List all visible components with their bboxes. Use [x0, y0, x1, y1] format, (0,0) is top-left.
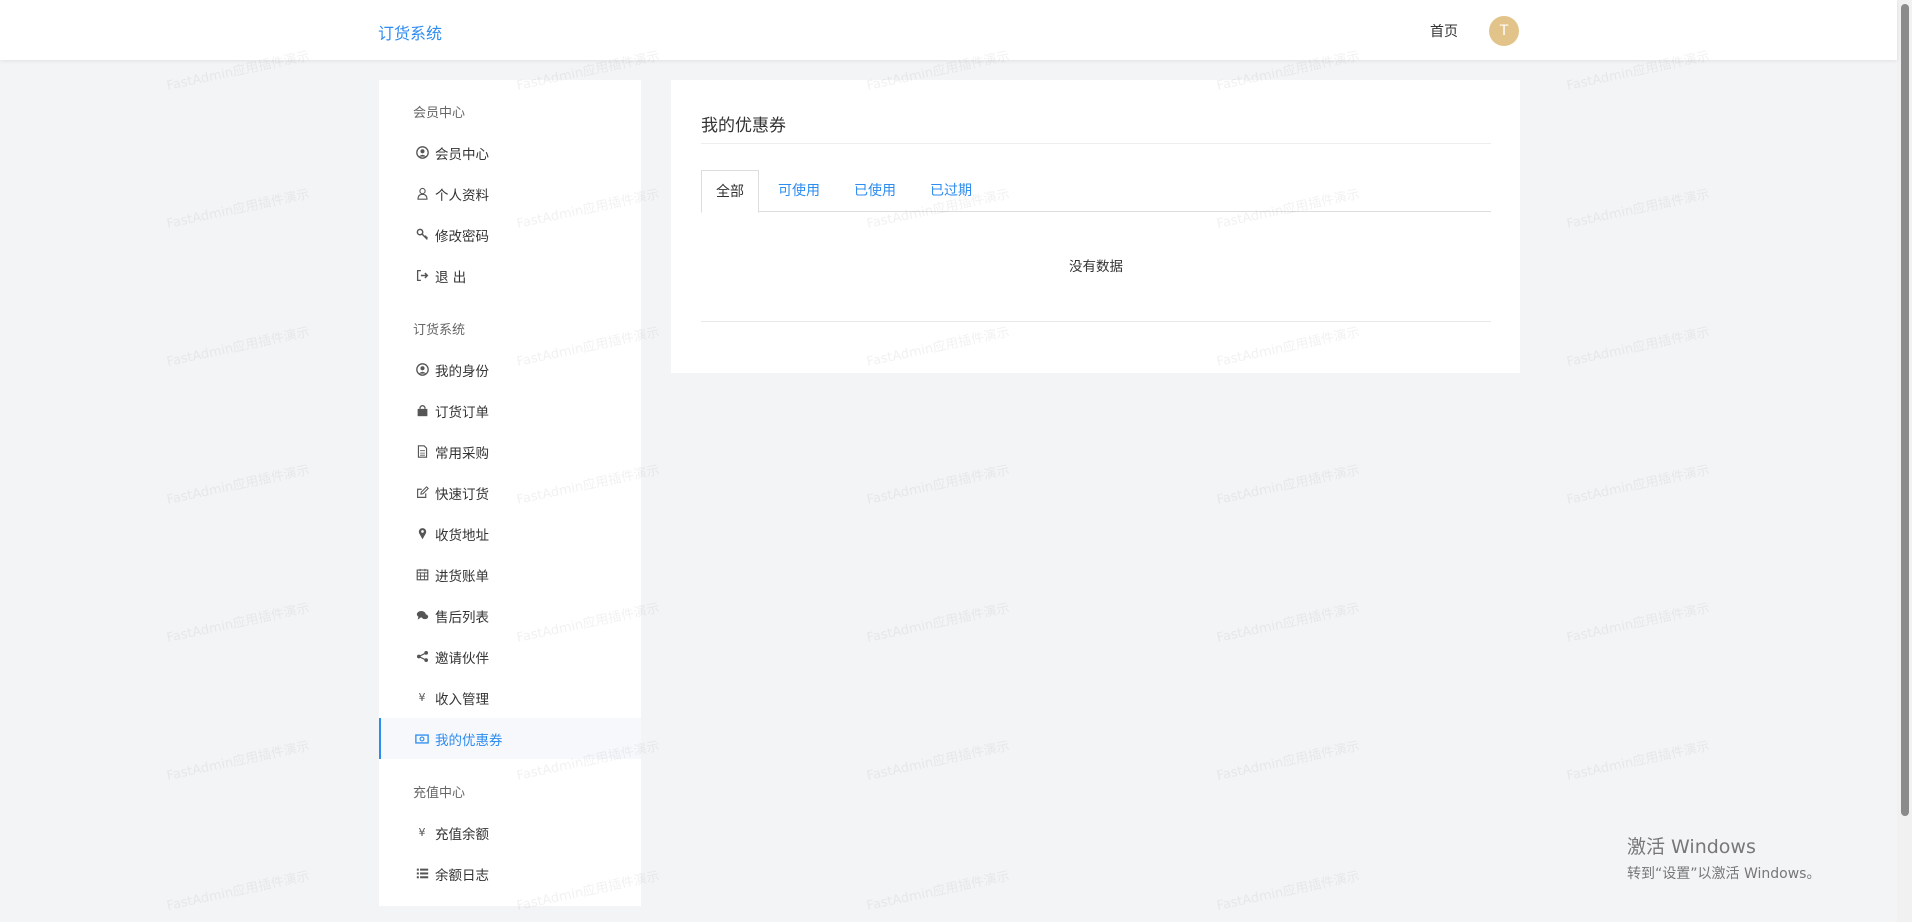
sidebar-item-label: 常用采购	[435, 445, 489, 462]
watermark-text: FastAdmin应用插件演示	[1215, 868, 1361, 914]
page-title: 我的优惠券	[701, 116, 786, 136]
sidebar-item-label: 进货账单	[435, 568, 489, 585]
sidebar-item-my-identity[interactable]: 我的身份	[379, 349, 641, 390]
sidebar-item-label: 会员中心	[435, 146, 489, 163]
watermark-text: FastAdmin应用插件演示	[165, 186, 311, 232]
watermark-text: FastAdmin应用插件演示	[165, 462, 311, 508]
key-icon	[415, 228, 429, 242]
page-scrollbar[interactable]	[1897, 0, 1912, 922]
sidebar-item-member-center[interactable]: 会员中心	[379, 132, 641, 173]
watermark-text: FastAdmin应用插件演示	[865, 868, 1011, 914]
coupon-tabs: 全部 可使用 已使用 已过期	[701, 170, 1491, 213]
watermark-text: FastAdmin应用插件演示	[1565, 600, 1711, 646]
edit-icon	[415, 486, 429, 500]
watermark-text: FastAdmin应用插件演示	[865, 600, 1011, 646]
sidebar-item-after-sales[interactable]: 售后列表	[379, 595, 641, 636]
sidebar-item-profile[interactable]: 个人资料	[379, 173, 641, 214]
sidebar-item-label: 个人资料	[435, 187, 489, 204]
watermark-text: FastAdmin应用插件演示	[165, 324, 311, 370]
user-circle-icon	[415, 363, 429, 377]
money-icon	[415, 732, 429, 746]
windows-activation-notice: 激活 Windows 转到“设置”以激活 Windows。	[1627, 832, 1820, 883]
tab-expired[interactable]: 已过期	[930, 170, 972, 212]
title-divider	[701, 143, 1491, 144]
sidebar-item-income[interactable]: ¥ 收入管理	[379, 677, 641, 718]
list-icon	[415, 867, 429, 881]
comments-icon	[415, 609, 429, 623]
scrollbar-thumb[interactable]	[1901, 4, 1909, 816]
sidebar-item-orders[interactable]: 订货订单	[379, 390, 641, 431]
sidebar-item-address[interactable]: 收货地址	[379, 513, 641, 554]
sidebar-item-common-purchase[interactable]: 常用采购	[379, 431, 641, 472]
watermark-text: FastAdmin应用插件演示	[1565, 186, 1711, 232]
home-link[interactable]: 首页	[1430, 21, 1458, 41]
sidebar-item-label: 修改密码	[435, 228, 489, 245]
sidebar: 会员中心 会员中心 个人资料 修改密码 退 出 订货系统 我的身份 订货订单 常…	[379, 80, 641, 906]
sidebar-item-label: 收货地址	[435, 527, 489, 544]
avatar[interactable]: T	[1489, 16, 1519, 46]
calendar-icon	[415, 568, 429, 582]
watermark-text: FastAdmin应用插件演示	[1215, 600, 1361, 646]
yen-icon: ¥	[418, 691, 426, 704]
sidebar-item-label: 售后列表	[435, 609, 489, 626]
coupons-panel: 我的优惠券 全部 可使用 已使用 已过期 没有数据	[671, 80, 1520, 373]
sidebar-item-label: 订货订单	[435, 404, 489, 421]
file-icon	[415, 445, 429, 459]
watermark-text: FastAdmin应用插件演示	[865, 738, 1011, 784]
sidebar-item-label: 快速订货	[435, 486, 489, 503]
sidebar-item-logout[interactable]: 退 出	[379, 255, 641, 296]
shopping-bag-icon	[415, 404, 429, 418]
windows-activation-title: 激活 Windows	[1627, 836, 1756, 858]
sidebar-item-bills[interactable]: 进货账单	[379, 554, 641, 595]
share-icon	[415, 650, 429, 664]
sidebar-item-balance-log[interactable]: 余额日志	[379, 853, 641, 894]
watermark-text: FastAdmin应用插件演示	[1565, 324, 1711, 370]
map-marker-icon	[415, 527, 429, 541]
sidebar-item-label: 退 出	[435, 269, 467, 286]
tab-available[interactable]: 可使用	[778, 170, 820, 212]
watermark-text: FastAdmin应用插件演示	[1215, 738, 1361, 784]
tab-used[interactable]: 已使用	[854, 170, 896, 212]
sidebar-item-label: 充值余额	[435, 826, 489, 843]
sidebar-item-recharge[interactable]: ¥ 充值余额	[379, 812, 641, 853]
sidebar-group-title-order-system: 订货系统	[413, 323, 466, 338]
brand-link[interactable]: 订货系统	[378, 20, 442, 44]
sidebar-item-label: 我的身份	[435, 363, 489, 380]
watermark-text: FastAdmin应用插件演示	[865, 462, 1011, 508]
sidebar-item-label: 我的优惠券	[435, 732, 503, 749]
sidebar-item-label: 邀请伙伴	[435, 650, 489, 667]
yen-icon: ¥	[418, 826, 426, 839]
user-circle-icon	[415, 146, 429, 160]
sidebar-group-title-recharge: 充值中心	[413, 786, 466, 801]
watermark-text: FastAdmin应用插件演示	[165, 868, 311, 914]
watermark-text: FastAdmin应用插件演示	[1565, 462, 1711, 508]
sidebar-item-invite[interactable]: 邀请伙伴	[379, 636, 641, 677]
sidebar-item-label: 收入管理	[435, 691, 489, 708]
sidebar-item-my-coupons[interactable]: 我的优惠券	[379, 718, 641, 759]
sidebar-group-title-member: 会员中心	[413, 106, 466, 121]
table-bottom-border	[701, 321, 1491, 322]
windows-activation-subtitle: 转到“设置”以激活 Windows。	[1627, 866, 1821, 882]
sidebar-item-label: 余额日志	[435, 867, 489, 884]
empty-state-text: 没有数据	[1069, 259, 1123, 275]
watermark-text: FastAdmin应用插件演示	[1215, 462, 1361, 508]
sidebar-item-change-password[interactable]: 修改密码	[379, 214, 641, 255]
tab-all[interactable]: 全部	[701, 170, 759, 213]
user-icon	[415, 187, 429, 201]
sign-out-icon	[415, 269, 429, 283]
watermark-text: FastAdmin应用插件演示	[165, 600, 311, 646]
watermark-text: FastAdmin应用插件演示	[1565, 738, 1711, 784]
top-navbar: 订货系统 首页 T	[0, 0, 1897, 60]
sidebar-item-quick-order[interactable]: 快速订货	[379, 472, 641, 513]
watermark-text: FastAdmin应用插件演示	[165, 738, 311, 784]
